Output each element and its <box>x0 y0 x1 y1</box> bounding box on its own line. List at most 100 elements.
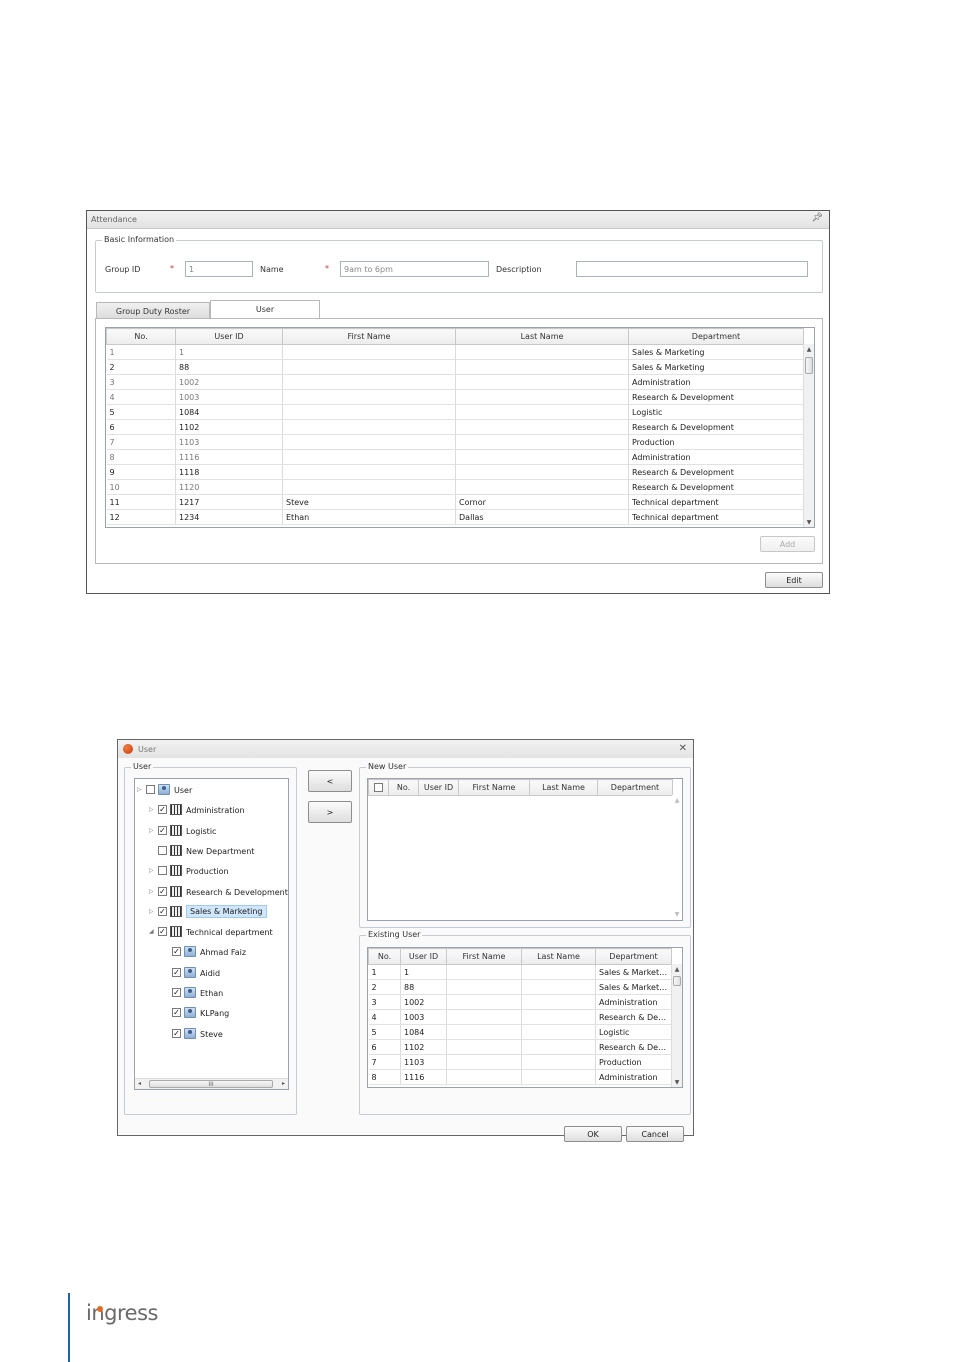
cancel-button[interactable]: Cancel <box>626 1126 684 1142</box>
table-row[interactable]: 10 1120 Research & Development <box>106 479 804 495</box>
table-row[interactable]: 7 1103 Production <box>368 1054 672 1070</box>
tree-node-ethan[interactable]: ✓ Ethan <box>135 986 285 1002</box>
scroll-up-arrow-icon[interactable]: ▲ <box>672 797 682 804</box>
table-row[interactable]: 9 1118 Research & Development <box>106 464 804 480</box>
tree-scroll-thumb[interactable]: III <box>149 1080 273 1088</box>
column-header-no[interactable]: No. <box>368 948 401 965</box>
tree-node-administration[interactable]: ▷ ✓ Administration <box>135 803 285 819</box>
table-row[interactable]: 5 1084 Logistic <box>368 1024 672 1040</box>
tree-node-new-department[interactable]: New Department <box>135 844 285 860</box>
checkbox-icon[interactable] <box>146 785 155 794</box>
column-header-last-name[interactable]: Last Name <box>455 328 629 345</box>
move-right-button[interactable]: > <box>308 801 352 823</box>
table-row[interactable]: 8 1116 Administration <box>368 1069 672 1085</box>
table-row[interactable]: 2 88 Sales & Marketi... <box>368 979 672 995</box>
existing-user-table: No. User ID First Name Last Name Department … <box>368 948 672 1085</box>
checked-checkbox-icon[interactable]: ✓ <box>158 906 167 916</box>
table-row[interactable]: 3 1002 Administration <box>106 374 804 390</box>
column-header-user-id[interactable]: User ID <box>400 948 447 965</box>
pin-icon[interactable]: 📌︎ <box>812 213 823 223</box>
scroll-down-arrow-icon[interactable]: ▼ <box>804 519 814 526</box>
tree-node-research-and-development[interactable]: ▷ ✓ Research & Development <box>135 885 288 901</box>
table-row[interactable]: 4 1003 Research & Development <box>106 389 804 405</box>
scroll-up-arrow-icon[interactable]: ▲ <box>672 966 682 973</box>
table-row[interactable]: 1 1 Sales & Marketing <box>106 344 804 360</box>
checked-checkbox-icon[interactable]: ✓ <box>172 988 181 997</box>
add-button[interactable]: Add <box>760 536 815 552</box>
tab-group-duty-roster[interactable]: Group Duty Roster <box>96 302 210 319</box>
table-row[interactable]: 3 1002 Administration <box>368 994 672 1010</box>
expand-arrow-icon[interactable]: ▷ <box>149 867 154 874</box>
tree-node-aidid[interactable]: ✓ Aidid <box>135 966 285 982</box>
table-row[interactable]: 6 1102 Research & Dev... <box>368 1039 672 1055</box>
tree-node-user[interactable]: ▷ User <box>135 783 285 799</box>
checked-checkbox-icon[interactable]: ✓ <box>158 825 167 835</box>
scroll-thumb[interactable] <box>805 357 813 374</box>
new-user-scrollbar[interactable]: ▲ ▼ <box>672 795 682 920</box>
column-header-user-id[interactable]: User ID <box>175 328 283 345</box>
edit-button[interactable]: Edit <box>765 572 823 588</box>
table-row[interactable]: 7 1103 Production <box>106 434 804 450</box>
description-field[interactable] <box>576 261 808 277</box>
checkbox-icon[interactable] <box>158 866 167 876</box>
tree-node-ahmad-faiz[interactable]: ✓ Ahmad Faiz <box>135 945 285 961</box>
checked-checkbox-icon[interactable]: ✓ <box>172 1028 181 1038</box>
expand-arrow-icon[interactable]: ▷ <box>149 827 154 834</box>
table-row[interactable]: 4 1003 Research & Dev... <box>368 1009 672 1025</box>
table-row[interactable]: 8 1116 Administration <box>106 449 804 465</box>
column-header-no[interactable]: No. <box>106 328 176 345</box>
table-row[interactable]: 2 88 Sales & Marketing <box>106 359 804 375</box>
tree-node-steve[interactable]: ✓ Steve <box>135 1027 285 1043</box>
select-all-checkbox[interactable] <box>368 779 389 796</box>
group-id-field[interactable]: 1 <box>185 261 253 277</box>
scroll-left-arrow-icon[interactable]: ◂ <box>138 1080 141 1087</box>
column-header-no[interactable]: No. <box>388 779 419 796</box>
checked-checkbox-icon[interactable]: ✓ <box>172 947 181 957</box>
table-row[interactable]: 1 1 Sales & Marketi... <box>368 964 672 980</box>
table-row[interactable]: 12 1234 Ethan Dallas Technical department <box>106 509 804 525</box>
column-header-user-id[interactable]: User ID <box>418 779 459 796</box>
cell-department: Administration <box>628 449 804 465</box>
tree-node-technical-department[interactable]: ◢ ✓ Technical department <box>135 925 285 941</box>
cell-no: 3 <box>106 374 176 390</box>
existing-user-scrollbar[interactable]: ▲ ▼ <box>671 964 682 1087</box>
column-header-last-name[interactable]: Last Name <box>521 948 596 965</box>
column-header-department[interactable]: Department <box>595 948 672 965</box>
scroll-right-arrow-icon[interactable]: ▸ <box>282 1080 285 1087</box>
tree-node-klpang[interactable]: ✓ KLPang <box>135 1006 285 1022</box>
tree-node-logistic[interactable]: ▷ ✓ Logistic <box>135 824 285 840</box>
column-header-department[interactable]: Department <box>628 328 804 345</box>
tree-node-sales-and-marketing[interactable]: ▷ ✓ Sales & Marketing <box>135 904 285 921</box>
move-left-button[interactable]: < <box>308 770 352 792</box>
scroll-up-arrow-icon[interactable]: ▲ <box>804 346 814 353</box>
checked-checkbox-icon[interactable]: ✓ <box>158 927 167 937</box>
checked-checkbox-icon[interactable]: ✓ <box>172 967 181 977</box>
column-header-first-name[interactable]: First Name <box>446 948 522 965</box>
scroll-thumb[interactable] <box>673 976 681 986</box>
expand-arrow-icon[interactable]: ▷ <box>137 786 142 793</box>
scroll-down-arrow-icon[interactable]: ▼ <box>672 911 682 918</box>
column-header-department[interactable]: Department <box>597 779 673 796</box>
checkbox-icon[interactable] <box>158 845 167 855</box>
column-header-first-name[interactable]: First Name <box>458 779 530 796</box>
user-table-scrollbar[interactable]: ▲ ▼ <box>803 344 814 527</box>
ok-button[interactable]: OK <box>564 1126 622 1142</box>
column-header-first-name[interactable]: First Name <box>282 328 456 345</box>
checked-checkbox-icon[interactable]: ✓ <box>158 886 167 896</box>
tab-user[interactable]: User <box>210 300 320 319</box>
checked-checkbox-icon[interactable]: ✓ <box>172 1008 181 1018</box>
collapse-arrow-icon[interactable]: ◢ <box>149 928 154 935</box>
table-row[interactable]: 5 1084 Logistic <box>106 404 804 420</box>
checked-checkbox-icon[interactable]: ✓ <box>158 805 167 815</box>
scroll-down-arrow-icon[interactable]: ▼ <box>672 1079 682 1086</box>
tree-node-production[interactable]: ▷ Production <box>135 864 285 880</box>
table-row[interactable]: 11 1217 Steve Cornor Technical department <box>106 494 804 510</box>
name-field[interactable]: 9am to 6pm <box>340 261 489 277</box>
tree-horizontal-scrollbar[interactable]: ◂ III ▸ <box>135 1078 288 1089</box>
close-icon[interactable]: ✕ <box>679 743 687 754</box>
expand-arrow-icon[interactable]: ▷ <box>149 806 154 813</box>
column-header-last-name[interactable]: Last Name <box>529 779 598 796</box>
table-row[interactable]: 6 1102 Research & Development <box>106 419 804 435</box>
expand-arrow-icon[interactable]: ▷ <box>149 908 154 915</box>
expand-arrow-icon[interactable]: ▷ <box>149 888 154 895</box>
